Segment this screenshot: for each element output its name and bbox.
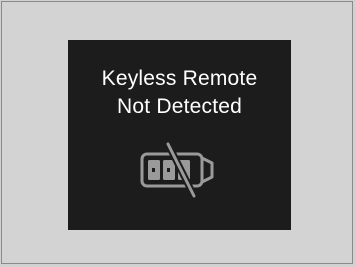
page-frame: Keyless Remote Not Detected	[1, 1, 353, 264]
message-line-1: Keyless Remote	[101, 67, 258, 90]
key-fob-not-detected-icon	[140, 142, 214, 198]
warning-display: Keyless Remote Not Detected	[68, 40, 291, 230]
message-line-2: Not Detected	[117, 95, 242, 118]
warning-message: Keyless Remote Not Detected	[68, 65, 291, 121]
